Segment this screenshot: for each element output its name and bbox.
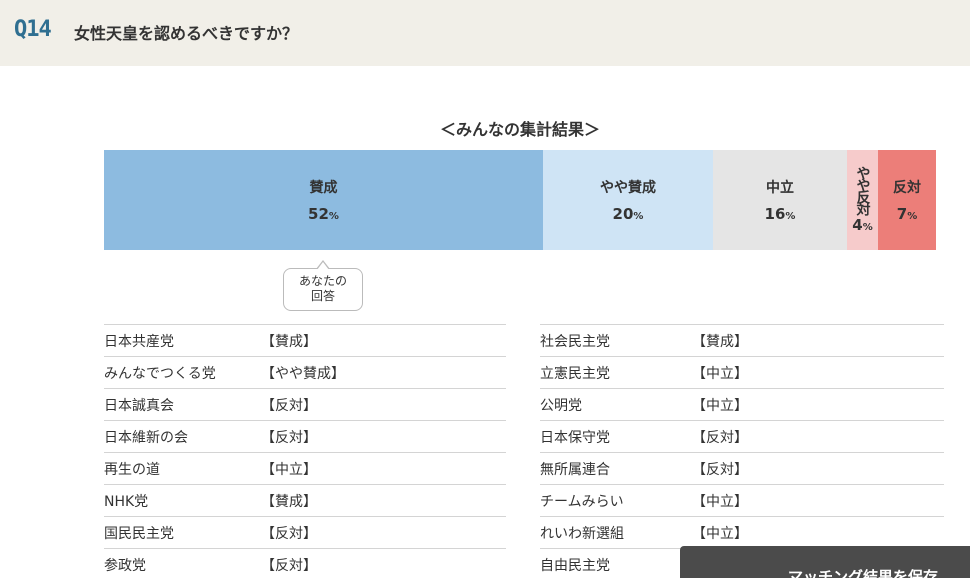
party-name: 日本誠真会 <box>104 397 174 414</box>
party-row: みんなでつくる党 【やや賛成】 <box>104 356 506 388</box>
segment-label: 中立 <box>766 180 794 196</box>
party-stance: 【中立】 <box>692 525 748 542</box>
your-answer-marker: あなたの 回答 <box>283 260 363 311</box>
party-row: 国民民主党 【反対】 <box>104 516 506 548</box>
party-row: 日本維新の会 【反対】 <box>104 420 506 452</box>
party-stance: 【賛成】 <box>261 493 317 510</box>
party-name: 日本保守党 <box>540 429 610 446</box>
segment-percent: 7% <box>896 205 918 223</box>
save-result-label: マッチング結果を保存 <box>788 568 939 578</box>
party-stance-list-left: 日本共産党 【賛成】 みんなでつくる党 【やや賛成】 日本誠真会 【反対】 日本維新の会 【反… <box>104 324 506 580</box>
segment-label: やや反対 <box>854 166 871 214</box>
party-name: 国民民主党 <box>104 525 174 542</box>
party-stance: 【反対】 <box>261 429 317 446</box>
party-stance: 【中立】 <box>261 461 317 478</box>
party-row: 参政党 【反対】 <box>104 548 506 580</box>
question-number: Q14 <box>14 17 52 42</box>
party-stance: 【反対】 <box>261 557 317 574</box>
result-distribution-bar: 賛成 52% やや賛成 20% 中立 16% やや反対 4% 反対 7% <box>104 150 936 250</box>
party-name: 再生の道 <box>104 461 160 478</box>
segment-percent: 16% <box>764 205 796 223</box>
party-stance-list-right: 社会民主党 【賛成】 立憲民主党 【中立】 公明党 【中立】 日本保守党 【反対】 無所属連合【… <box>540 324 944 580</box>
segment-percent: 4% <box>852 216 873 234</box>
segment-agree: 賛成 52% <box>104 150 543 250</box>
party-name: れいわ新選組 <box>540 525 624 542</box>
party-stance: 【中立】 <box>692 365 748 382</box>
party-stance: 【反対】 <box>261 397 317 414</box>
question-text: 女性天皇を認めるべきですか？ <box>74 24 299 43</box>
your-answer-label-line2: 回答 <box>310 289 335 303</box>
party-stance: 【反対】 <box>692 429 748 446</box>
party-stance: 【賛成】 <box>692 333 748 350</box>
question-header: Q14 女性天皇を認めるべきですか？ <box>0 0 970 66</box>
party-row: 公明党 【中立】 <box>540 388 944 420</box>
party-stance: 【中立】 <box>692 397 748 414</box>
party-name: NHK党 <box>104 493 149 510</box>
party-name: 自由民主党 <box>540 557 610 574</box>
party-stance: 【賛成】 <box>261 333 317 350</box>
party-name: 公明党 <box>540 397 582 414</box>
party-row: れいわ新選組 【中立】 <box>540 516 944 548</box>
party-name: チームみらい <box>540 493 624 510</box>
party-row: 日本共産党 【賛成】 <box>104 324 506 356</box>
segment-somewhat-oppose: やや反対 4% <box>847 150 878 250</box>
result-title: ＜みんなの集計結果＞ <box>439 120 600 139</box>
party-stance: 【反対】 <box>261 525 317 542</box>
party-name: 無所属連合 <box>540 461 610 478</box>
your-answer-label-line1: あなたの <box>298 274 347 288</box>
segment-somewhat-agree: やや賛成 20% <box>543 150 713 250</box>
segment-neutral: 中立 16% <box>713 150 847 250</box>
party-name: 日本共産党 <box>104 333 174 350</box>
party-name: 日本維新の会 <box>104 429 188 446</box>
party-name: 参政党 <box>104 557 146 574</box>
party-row: 無所属連合 【反対】 <box>540 452 944 484</box>
party-row: チームみらい 【中立】 <box>540 484 944 516</box>
party-row: NHK党 【賛成】 <box>104 484 506 516</box>
segment-label: 反対 <box>893 180 921 196</box>
segment-oppose: 反対 7% <box>878 150 936 250</box>
party-row: 再生の道 【中立】 <box>104 452 506 484</box>
party-row: 日本保守党 【反対】 <box>540 420 944 452</box>
save-result-button[interactable]: マッチング結果を保存 <box>680 546 970 578</box>
party-stance: 【やや賛成】 <box>261 365 345 382</box>
party-name: 立憲民主党 <box>540 365 610 382</box>
party-stance: 【反対】 <box>692 461 748 478</box>
party-row: 日本誠真会 【反対】 <box>104 388 506 420</box>
party-name: みんなでつくる党 <box>104 365 216 382</box>
party-stance: 【中立】 <box>692 493 748 510</box>
segment-percent: 20% <box>612 205 644 223</box>
party-row: 立憲民主党 【中立】 <box>540 356 944 388</box>
party-row: 社会民主党 【賛成】 <box>540 324 944 356</box>
segment-label: 賛成 <box>309 180 338 196</box>
party-name: 社会民主党 <box>540 333 610 350</box>
segment-percent: 52% <box>308 205 339 223</box>
segment-label: やや賛成 <box>600 180 656 196</box>
